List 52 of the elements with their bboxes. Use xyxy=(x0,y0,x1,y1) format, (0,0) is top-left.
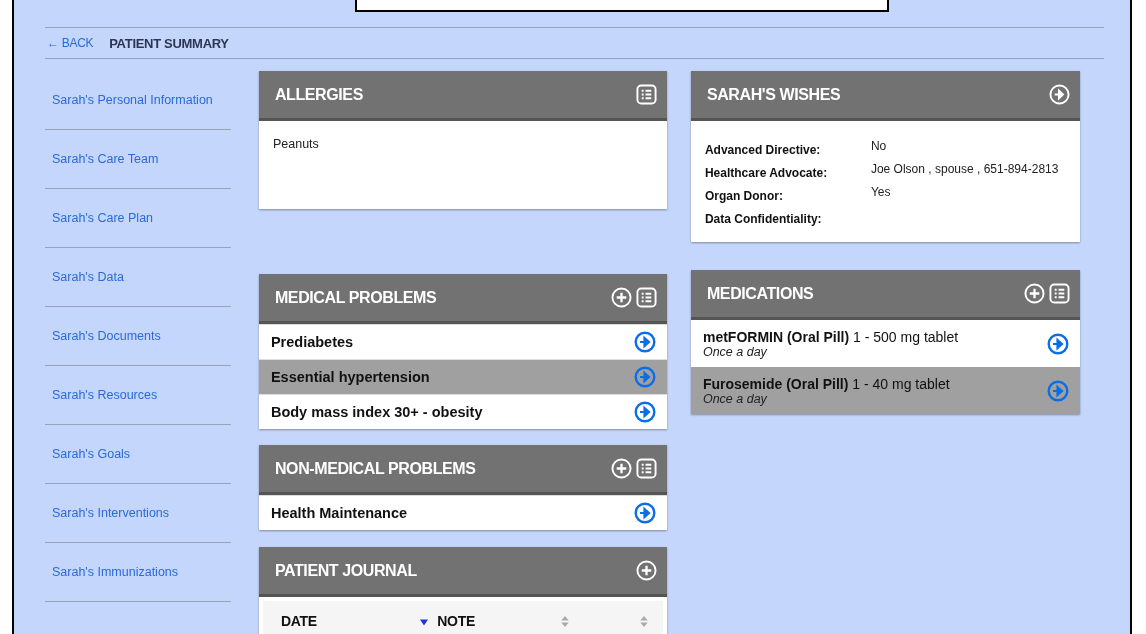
column-header[interactable]: DATE xyxy=(280,613,317,629)
medication-name: Furosemide (Oral Pill) 1 - 40 mg tablet xyxy=(702,375,951,392)
allergy-item: Peanuts xyxy=(272,137,320,151)
medication-frequency: Once a day xyxy=(702,344,768,359)
back-link[interactable]: ← BACK xyxy=(47,36,94,50)
card-title: MEDICATIONS xyxy=(706,284,815,303)
problem-label: Health Maintenance xyxy=(270,505,409,521)
problem-label: Essential hypertension xyxy=(270,369,431,385)
problem-row[interactable]: Body mass index 30+ - obesity xyxy=(258,394,667,429)
add-icon[interactable] xyxy=(610,287,632,308)
medication-row[interactable]: Furosemide (Oral Pill) 1 - 40 mg tablet Once a day xyxy=(690,367,1080,414)
sidebar-item[interactable]: Sarah's Interventions xyxy=(45,483,231,543)
list-icon[interactable] xyxy=(635,458,657,479)
card-title: MEDICAL PROBLEMS xyxy=(274,288,438,307)
sidebar-item[interactable]: Sarah's Resources xyxy=(45,365,231,425)
add-icon[interactable] xyxy=(610,458,632,479)
problem-label: Prediabetes xyxy=(270,334,355,350)
sidebar-item[interactable]: Sarah's Immunizations xyxy=(45,542,231,602)
problem-label: Body mass index 30+ - obesity xyxy=(270,404,484,420)
card-title: NON-MEDICAL PROBLEMS xyxy=(274,459,477,478)
sidebar-item[interactable]: Sarah's Data xyxy=(45,247,231,307)
sidebar-item[interactable]: Sarah's Documents xyxy=(45,306,231,366)
medication-row[interactable]: metFORMIN (Oral Pill) 1 - 500 mg tablet Once a day xyxy=(690,320,1080,367)
arrow-circle-icon[interactable] xyxy=(633,401,656,423)
arrow-circle-icon[interactable] xyxy=(1047,332,1069,355)
add-icon[interactable] xyxy=(635,560,657,581)
field-label: Advanced Directive: xyxy=(704,143,822,157)
field-label: Organ Donor: xyxy=(704,189,784,203)
sidebar-item[interactable]: Sarah's Goals xyxy=(45,424,231,484)
card-title: ALLERGIES xyxy=(274,85,364,104)
medication-frequency: Once a day xyxy=(702,391,768,406)
arrow-circle-icon[interactable] xyxy=(633,502,656,524)
list-icon[interactable] xyxy=(635,287,657,308)
list-icon[interactable] xyxy=(635,84,657,105)
field-value: Yes xyxy=(870,185,892,199)
arrow-circle-icon[interactable] xyxy=(633,331,656,353)
card-title: SARAH'S WISHES xyxy=(706,85,842,104)
medication-name: metFORMIN (Oral Pill) 1 - 500 mg tablet xyxy=(702,328,960,345)
field-label: Healthcare Advocate: xyxy=(704,166,829,180)
field-label: Data Confidentiality: xyxy=(704,212,823,226)
sidebar-item[interactable]: Sarah's Care Team xyxy=(45,129,231,189)
sidebar-item[interactable]: Sarah's Care Plan xyxy=(45,188,231,248)
add-icon[interactable] xyxy=(1024,283,1045,304)
field-value: Joe Olson , spouse , 651-894-2813 xyxy=(870,162,1060,176)
problem-row[interactable]: Essential hypertension xyxy=(258,359,667,394)
field-value: No xyxy=(870,139,888,153)
page-title: PATIENT SUMMARY xyxy=(109,35,229,51)
problem-row[interactable]: Health Maintenance xyxy=(258,495,667,530)
sidebar-item[interactable]: Sarah's Personal Information xyxy=(45,70,231,130)
column-header[interactable]: NOTE xyxy=(437,613,475,629)
card-title: PATIENT JOURNAL xyxy=(274,561,418,580)
list-icon[interactable] xyxy=(1049,283,1070,304)
